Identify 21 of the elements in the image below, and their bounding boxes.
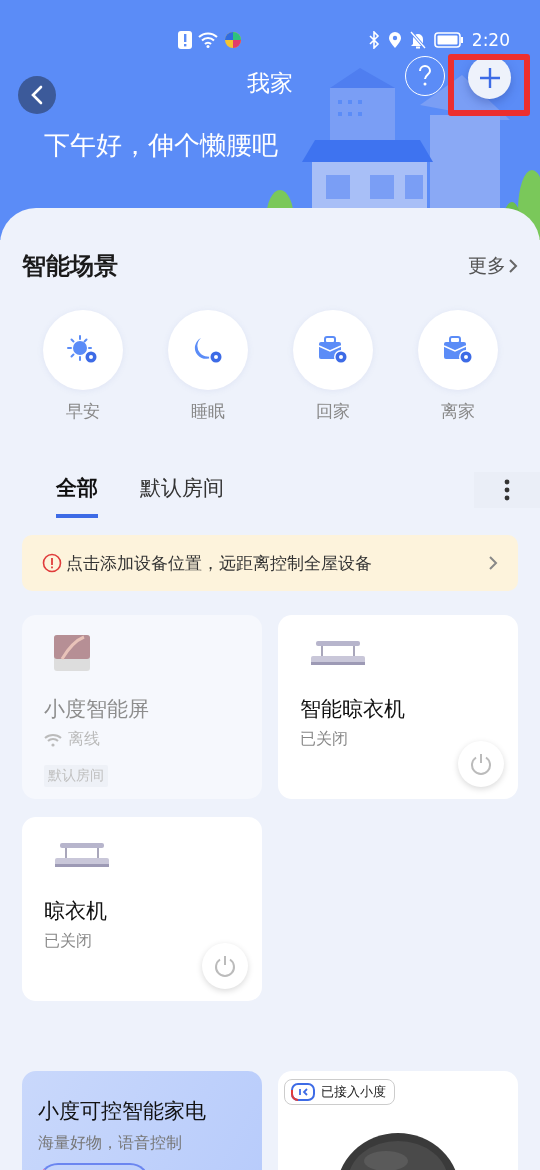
product-card[interactable]: 已接入小度: [278, 1071, 518, 1170]
device-card[interactable]: 晾衣机 已关闭: [22, 817, 262, 1001]
promo-card[interactable]: 小度可控智能家电 海量好物，语音控制: [22, 1071, 262, 1170]
connected-badge: 已接入小度: [284, 1079, 395, 1105]
page-title: 我家: [246, 69, 294, 98]
device-card[interactable]: 智能晾衣机 已关闭: [278, 615, 518, 799]
greeting-text: 下午好，伸个懒腰吧: [44, 129, 278, 162]
room-tab[interactable]: 全部: [56, 474, 98, 518]
device-status: 已关闭: [44, 931, 92, 952]
promo-title: 小度可控智能家电: [38, 1098, 207, 1125]
section-title: 智能场景: [22, 251, 118, 282]
device-status: 离线: [68, 729, 100, 750]
more-link[interactable]: 更多: [468, 253, 518, 279]
device-name: 小度智能屏: [44, 696, 149, 723]
device-name: 智能晾衣机: [300, 696, 405, 723]
device-status: 已关闭: [300, 729, 348, 750]
notice-banner[interactable]: 点击添加设备位置，远距离控制全屋设备: [22, 535, 518, 591]
device-name: 晾衣机: [44, 898, 107, 925]
promo-subtitle: 海量好物，语音控制: [38, 1133, 183, 1154]
clock-time: 2:20: [471, 30, 510, 50]
room-tab[interactable]: 默认房间: [140, 474, 224, 518]
